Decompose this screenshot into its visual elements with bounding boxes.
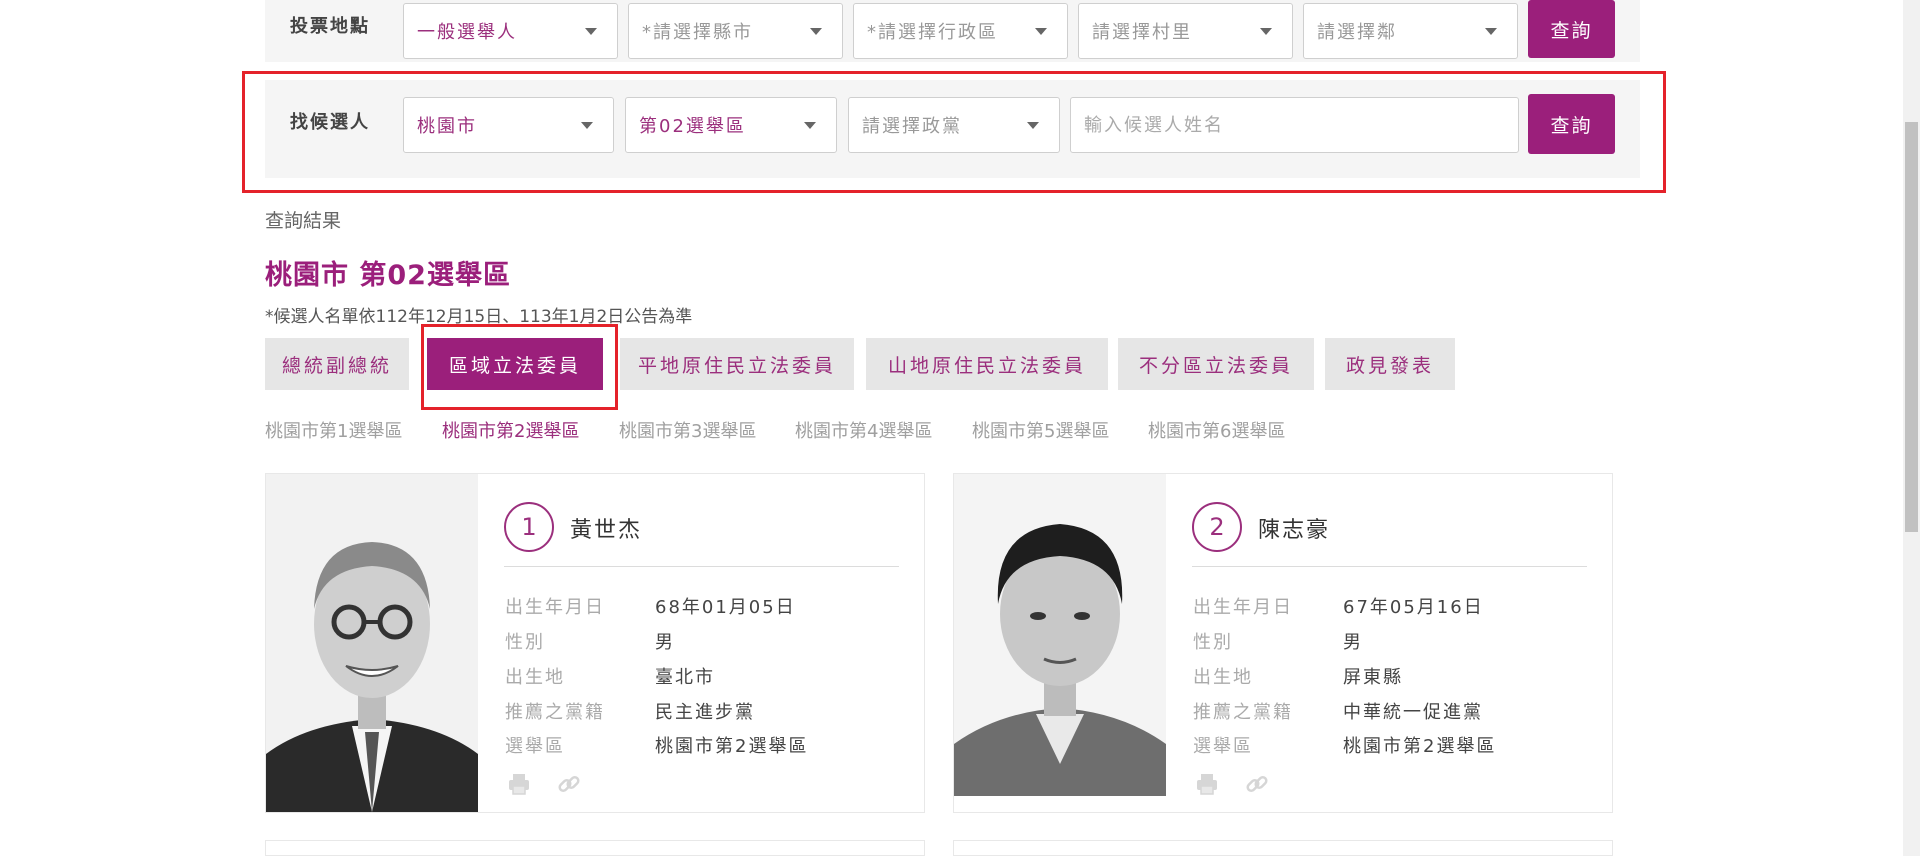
candidate-name: 陳志豪 bbox=[1258, 518, 1331, 543]
print-icon[interactable] bbox=[506, 771, 532, 797]
field-value-birthplace: 屏東縣 bbox=[1343, 667, 1403, 688]
card-divider bbox=[504, 566, 899, 567]
field-label-party: 推薦之黨籍 bbox=[505, 702, 605, 723]
district-tab-5[interactable]: 桃園市第5選舉區 bbox=[972, 417, 1109, 443]
electoral-district-select[interactable]: 第02選舉區 bbox=[625, 97, 837, 153]
candidate-query-button[interactable]: 查詢 bbox=[1528, 94, 1615, 154]
county-placeholder: *請選擇縣市 bbox=[642, 22, 753, 43]
link-icon[interactable] bbox=[1244, 771, 1270, 797]
field-value-gender: 男 bbox=[655, 632, 675, 653]
field-value-party: 民主進步黨 bbox=[655, 702, 755, 723]
candidate-name: 黃世杰 bbox=[570, 518, 643, 543]
voter-type-select[interactable]: 一般選舉人 bbox=[403, 3, 618, 59]
party-select[interactable]: 請選擇政黨 bbox=[848, 97, 1060, 153]
link-icon[interactable] bbox=[556, 771, 582, 797]
person-photo-icon bbox=[954, 474, 1166, 796]
tab-president[interactable]: 總統副總統 bbox=[265, 338, 409, 390]
county-select[interactable]: *請選擇縣市 bbox=[628, 3, 843, 59]
chevron-down-icon bbox=[581, 122, 593, 129]
chevron-down-icon bbox=[1027, 122, 1039, 129]
field-label-birthdate: 出生年月日 bbox=[1193, 597, 1293, 618]
field-label-gender: 性別 bbox=[1193, 632, 1233, 653]
candidate-list-note: *候選人名單依112年12月15日、113年1月2日公告為準 bbox=[265, 307, 693, 327]
candidate-photo bbox=[266, 474, 478, 812]
party-placeholder: 請選擇政黨 bbox=[862, 116, 962, 137]
village-placeholder: 請選擇村里 bbox=[1092, 22, 1192, 43]
field-label-gender: 性別 bbox=[505, 632, 545, 653]
field-label-birthdate: 出生年月日 bbox=[505, 597, 605, 618]
electoral-district-value: 第02選舉區 bbox=[639, 116, 746, 137]
field-label-district: 選舉區 bbox=[1193, 736, 1253, 757]
field-value-district: 桃園市第2選舉區 bbox=[1343, 736, 1497, 757]
chevron-down-icon bbox=[1260, 28, 1272, 35]
polling-location-label: 投票地點 bbox=[290, 16, 370, 37]
district-tab-6[interactable]: 桃園市第6選舉區 bbox=[1148, 417, 1285, 443]
chevron-down-icon bbox=[585, 28, 597, 35]
field-label-party: 推薦之黨籍 bbox=[1193, 702, 1293, 723]
candidate-number-badge: 2 bbox=[1192, 502, 1242, 552]
neighborhood-placeholder: 請選擇鄰 bbox=[1317, 22, 1397, 43]
tab-district-legislator[interactable]: 區域立法委員 bbox=[427, 338, 603, 390]
field-value-birthdate: 68年01月05日 bbox=[655, 597, 796, 618]
candidate-number: 1 bbox=[521, 513, 537, 541]
field-label-birthplace: 出生地 bbox=[505, 667, 565, 688]
field-label-district: 選舉區 bbox=[505, 736, 565, 757]
field-value-party: 中華統一促進黨 bbox=[1343, 702, 1483, 723]
candidate-name-input[interactable] bbox=[1070, 97, 1519, 153]
candidate-number: 2 bbox=[1209, 513, 1225, 541]
chevron-down-icon bbox=[1485, 28, 1497, 35]
candidate-card bbox=[265, 840, 925, 856]
field-value-birthdate: 67年05月16日 bbox=[1343, 597, 1484, 618]
person-photo-icon bbox=[266, 474, 478, 812]
village-select[interactable]: 請選擇村里 bbox=[1078, 3, 1293, 59]
candidate-photo bbox=[954, 474, 1166, 796]
voter-type-value: 一般選舉人 bbox=[417, 22, 517, 43]
tab-plains-indigenous-legislator[interactable]: 平地原住民立法委員 bbox=[620, 338, 854, 390]
find-candidate-label: 找候選人 bbox=[290, 112, 370, 133]
district-tab-2[interactable]: 桃園市第2選舉區 bbox=[442, 417, 579, 443]
field-value-birthplace: 臺北市 bbox=[655, 667, 715, 688]
scrollbar-thumb[interactable] bbox=[1905, 122, 1918, 532]
district-select[interactable]: *請選擇行政區 bbox=[853, 3, 1068, 59]
tab-at-large-legislator[interactable]: 不分區立法委員 bbox=[1118, 338, 1314, 390]
district-tab-4[interactable]: 桃園市第4選舉區 bbox=[795, 417, 932, 443]
tab-policy-statements[interactable]: 政見發表 bbox=[1325, 338, 1455, 390]
tab-mountain-indigenous-legislator[interactable]: 山地原住民立法委員 bbox=[866, 338, 1108, 390]
results-label: 查詢結果 bbox=[265, 210, 342, 232]
district-tab-1[interactable]: 桃園市第1選舉區 bbox=[265, 417, 402, 443]
field-value-gender: 男 bbox=[1343, 632, 1363, 653]
candidate-card bbox=[953, 840, 1613, 856]
field-value-district: 桃園市第2選舉區 bbox=[655, 736, 809, 757]
candidate-county-select[interactable]: 桃園市 bbox=[403, 97, 614, 153]
district-placeholder: *請選擇行政區 bbox=[867, 22, 998, 43]
card-divider bbox=[1192, 566, 1587, 567]
chevron-down-icon bbox=[810, 28, 822, 35]
district-tab-3[interactable]: 桃園市第3選舉區 bbox=[619, 417, 756, 443]
chevron-down-icon bbox=[1035, 28, 1047, 35]
candidate-county-value: 桃園市 bbox=[417, 116, 477, 137]
field-label-birthplace: 出生地 bbox=[1193, 667, 1253, 688]
polling-query-button[interactable]: 查詢 bbox=[1528, 0, 1615, 58]
candidate-number-badge: 1 bbox=[504, 502, 554, 552]
page-title: 桃園市 第02選舉區 bbox=[265, 260, 511, 291]
print-icon[interactable] bbox=[1194, 771, 1220, 797]
chevron-down-icon bbox=[804, 122, 816, 129]
neighborhood-select[interactable]: 請選擇鄰 bbox=[1303, 3, 1518, 59]
